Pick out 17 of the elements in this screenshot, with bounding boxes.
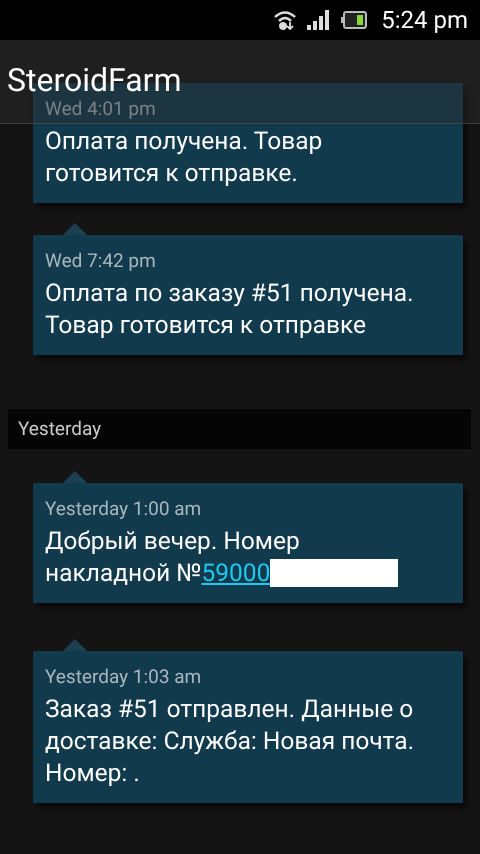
signal-icon	[307, 10, 332, 30]
date-header: Yesterday	[8, 409, 471, 449]
message-bubble[interactable]: Yesterday 1:03 am Заказ #51 отправлен. Данные о доставке: Служба: Новая почта. Номер: .	[33, 651, 463, 803]
tracking-link[interactable]: 59000	[202, 558, 270, 587]
message-time: Wed 7:42 pm	[45, 249, 156, 273]
message-time: Yesterday 1:00 am	[45, 497, 202, 521]
battery-icon	[341, 11, 368, 29]
message-time: Wed 4:01 pm	[45, 97, 156, 121]
wifi-icon	[273, 9, 298, 31]
message-text: Оплата по заказу #51 получена. Товар готовится к отправке	[45, 277, 415, 341]
message-bubble[interactable]: Yesterday 1:00 am Добрый вечер. Номер накладной №59000	[33, 483, 463, 603]
message-text: Заказ #51 отправлен. Данные о доставке: Служба: Новая почта. Номер: .	[45, 693, 416, 789]
message-text: Оплата получена. Товар готовится к отправке.	[45, 125, 324, 189]
message-text: Добрый вечер. Номер накладной №59000	[45, 525, 423, 589]
message-bubble[interactable]: Wed 7:42 pm Оплата по заказу #51 получена. Товар готовится к отправке	[33, 235, 463, 355]
clock: 5:24 pm	[381, 6, 468, 34]
message-time: Yesterday 1:03 am	[45, 665, 202, 689]
